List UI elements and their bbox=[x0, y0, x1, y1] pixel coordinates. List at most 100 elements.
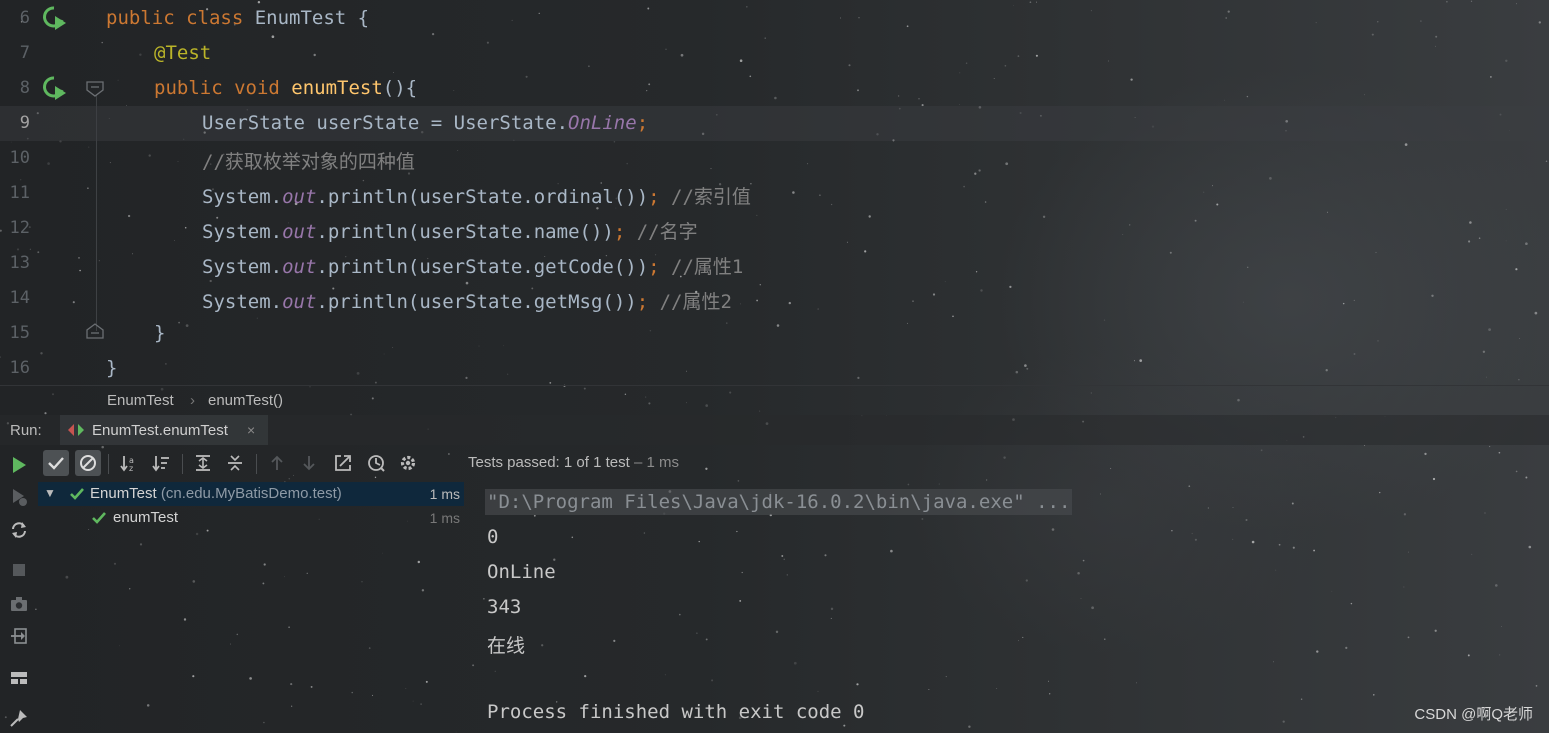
line-number: 7 bbox=[19, 43, 30, 63]
tree-root-node[interactable]: ▼ EnumTest (cn.edu.MyBatisDemo.test) 1 m… bbox=[38, 482, 464, 506]
breadcrumb-class[interactable]: EnumTest bbox=[107, 392, 174, 409]
fold-end-icon[interactable] bbox=[86, 322, 104, 340]
code-text: } bbox=[154, 322, 165, 344]
console-exit-message: Process finished with exit code 0 bbox=[487, 701, 865, 723]
console-command-line[interactable]: "D:\Program Files\Java\jdk-16.0.2\bin\ja… bbox=[485, 489, 1073, 515]
sort-alpha-icon[interactable]: az bbox=[116, 450, 142, 476]
line-number: 10 bbox=[9, 148, 30, 168]
junit-config-icon bbox=[68, 423, 84, 441]
settings-icon[interactable] bbox=[395, 450, 421, 476]
code-token: } bbox=[154, 322, 166, 344]
export-icon[interactable] bbox=[330, 450, 356, 476]
next-failed-icon[interactable] bbox=[296, 450, 322, 476]
code-token: .println(userState.ordinal()) bbox=[316, 186, 649, 208]
watermark: CSDN @啊Q老师 bbox=[1414, 706, 1533, 723]
star-dot bbox=[1003, 456, 1006, 459]
collapse-all-icon[interactable] bbox=[222, 450, 248, 476]
code-token: EnumTest { bbox=[254, 7, 370, 29]
code-text: System.out.println(userState.ordinal());… bbox=[202, 182, 751, 209]
star-dot bbox=[1515, 470, 1518, 473]
star-dot bbox=[705, 467, 708, 470]
code-line[interactable]: 8 public void enumTest(){ bbox=[0, 71, 1549, 106]
code-token: out bbox=[282, 221, 317, 243]
line-number: 11 bbox=[9, 183, 30, 203]
breadcrumb-method[interactable]: enumTest() bbox=[208, 392, 283, 409]
code-token: System. bbox=[202, 291, 283, 313]
star-dot bbox=[1364, 444, 1365, 446]
star-dot bbox=[1260, 449, 1263, 452]
code-line[interactable]: 10 //获取枚举对象的四种值 bbox=[0, 141, 1549, 176]
sort-duration-icon[interactable] bbox=[148, 450, 174, 476]
code-line[interactable]: 13 System.out.println(userState.getCode()… bbox=[0, 246, 1549, 281]
code-text: System.out.println(userState.name()); //… bbox=[202, 217, 698, 244]
run-test-gutter-icon[interactable] bbox=[40, 74, 68, 102]
star-dot bbox=[1498, 451, 1501, 454]
code-token: out bbox=[282, 256, 317, 278]
code-token: //名字 bbox=[636, 221, 698, 243]
status-time: – 1 ms bbox=[629, 454, 679, 471]
show-passed-icon[interactable] bbox=[43, 450, 69, 476]
tree-child-node[interactable]: enumTest 1 ms bbox=[38, 506, 464, 530]
line-number: 8 bbox=[19, 78, 30, 98]
pin-icon[interactable] bbox=[9, 708, 29, 728]
code-token: ; bbox=[636, 291, 660, 313]
code-line[interactable]: 6 public class EnumTest { bbox=[0, 1, 1549, 36]
code-text: //获取枚举对象的四种值 bbox=[202, 147, 415, 174]
code-token: public class bbox=[106, 7, 255, 29]
code-line[interactable]: 14 System.out.println(userState.getMsg())… bbox=[0, 281, 1549, 316]
code-token: //获取枚举对象的四种值 bbox=[202, 151, 415, 173]
code-token: System. bbox=[202, 186, 283, 208]
fold-collapse-icon[interactable] bbox=[86, 80, 104, 98]
rerun-icon[interactable] bbox=[9, 455, 29, 475]
prev-failed-icon[interactable] bbox=[264, 450, 290, 476]
tests-status: Tests passed: 1 of 1 test – 1 ms bbox=[468, 454, 679, 471]
rerun-failed-icon[interactable] bbox=[9, 487, 29, 507]
stop-icon[interactable] bbox=[9, 560, 29, 580]
code-line[interactable]: 11 System.out.println(userState.ordinal()… bbox=[0, 176, 1549, 211]
status-suffix: of 1 test bbox=[572, 454, 630, 471]
toggle-auto-test-icon[interactable] bbox=[9, 520, 29, 540]
code-line[interactable]: 9 UserState userState = UserState.OnLine; bbox=[0, 106, 1549, 141]
status-count: 1 bbox=[563, 454, 573, 471]
passed-check-icon bbox=[91, 510, 107, 526]
test-duration: 1 ms bbox=[429, 510, 460, 526]
run-side-toolbar bbox=[0, 446, 38, 733]
close-tab-icon[interactable]: × bbox=[247, 422, 255, 438]
code-token: @Test bbox=[154, 42, 212, 64]
layout-icon[interactable] bbox=[9, 668, 29, 688]
show-ignored-icon[interactable] bbox=[75, 450, 101, 476]
tab-label: EnumTest.enumTest bbox=[92, 422, 228, 439]
toolbar-separator bbox=[182, 454, 183, 474]
star-dot bbox=[1432, 477, 1436, 481]
line-number: 13 bbox=[9, 253, 30, 273]
history-icon[interactable] bbox=[363, 450, 389, 476]
code-token: System. bbox=[202, 221, 283, 243]
tab-run-configuration[interactable]: EnumTest.enumTest × bbox=[60, 415, 268, 445]
code-token: ; bbox=[636, 112, 649, 134]
code-token: out bbox=[282, 186, 317, 208]
expand-arrow-icon[interactable]: ▼ bbox=[44, 486, 56, 500]
code-editor[interactable]: 6 public class EnumTest { 7 @Test 8 public vo… bbox=[0, 0, 1549, 385]
star-dot bbox=[1424, 452, 1427, 456]
exit-icon[interactable] bbox=[9, 626, 29, 646]
snapshot-icon[interactable] bbox=[9, 594, 29, 614]
console-output[interactable]: "D:\Program Files\Java\jdk-16.0.2\bin\ja… bbox=[464, 481, 1549, 733]
breadcrumb: EnumTest › enumTest() bbox=[0, 385, 1549, 416]
code-line[interactable]: 15} bbox=[0, 316, 1549, 351]
code-token: OnLine bbox=[568, 112, 637, 134]
expand-all-icon[interactable] bbox=[190, 450, 216, 476]
code-line[interactable]: 7 @Test bbox=[0, 36, 1549, 71]
toolbar-separator bbox=[256, 454, 257, 474]
code-line[interactable]: 16} bbox=[0, 351, 1549, 386]
code-text: } bbox=[106, 357, 117, 379]
code-token: //索引值 bbox=[671, 186, 751, 208]
code-text: UserState userState = UserState.OnLine; bbox=[202, 112, 648, 134]
code-token: //属性2 bbox=[659, 291, 732, 313]
code-token: } bbox=[106, 357, 118, 379]
star-dot bbox=[1488, 445, 1491, 448]
code-line[interactable]: 12 System.out.println(userState.name()); … bbox=[0, 211, 1549, 246]
line-number: 12 bbox=[9, 218, 30, 238]
run-test-gutter-icon[interactable] bbox=[40, 4, 68, 32]
code-text: public class EnumTest { bbox=[106, 7, 369, 29]
code-text: @Test bbox=[154, 42, 211, 64]
